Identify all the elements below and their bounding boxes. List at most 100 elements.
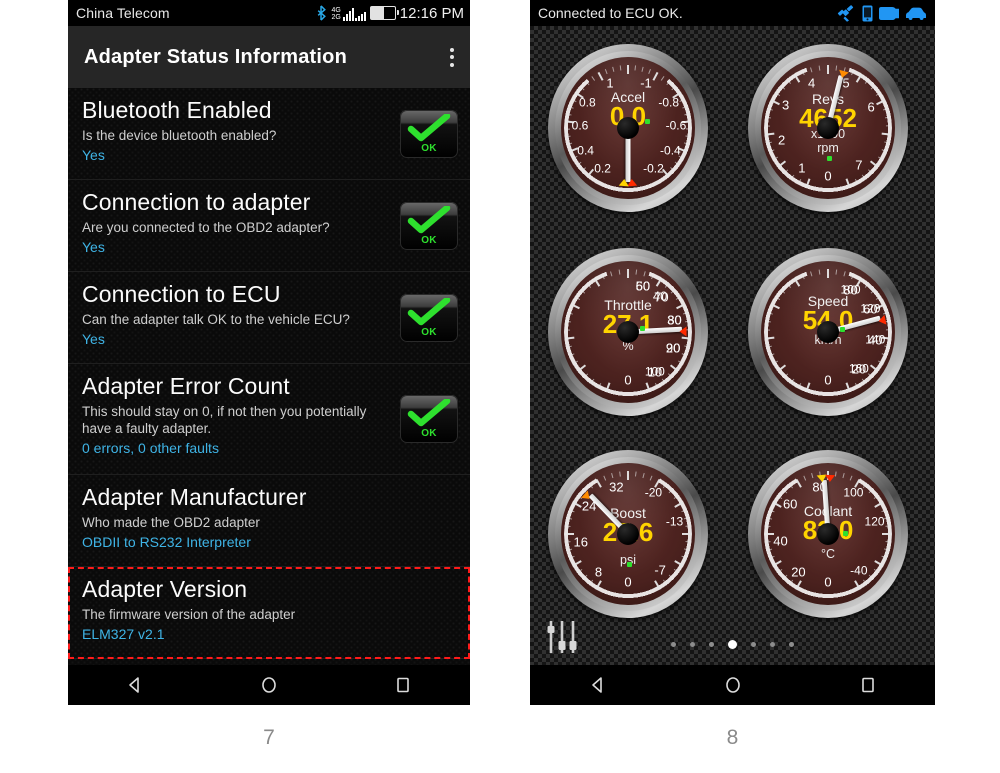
gauge-speed[interactable]: 020406080100120140160Speed54.0km/h — [748, 248, 908, 416]
recents-icon[interactable] — [380, 665, 426, 705]
dashboard-bottom-bar — [530, 611, 935, 665]
list-item-subtitle: Who made the OBD2 adapter — [82, 515, 260, 530]
home-icon[interactable] — [246, 665, 292, 705]
list-item-subtitle: The firmware version of the adapter — [82, 607, 296, 622]
sliders-icon[interactable] — [544, 617, 590, 657]
gauge-face: 08162432-20-13-7Boost25.6psi — [561, 463, 695, 605]
gauge-face: 1 0.8 0.6 0.4 0.2 -1 -0.8 -0.6 -0.4 -0.2 Accel 0.0 — [561, 57, 695, 199]
list-item[interactable]: Bluetooth Enabled Is the device bluetooth… — [68, 88, 470, 180]
status-bar-icons-left: 4G 2G 12:16 PM — [316, 5, 470, 22]
bluetooth-icon — [318, 5, 327, 21]
gauge-tick-label: -7 — [654, 562, 666, 578]
gauge-tick-label: 32 — [609, 479, 624, 495]
gauge-tick-label: 0.8 — [578, 95, 596, 110]
gauge-tick-label: 6 — [867, 99, 875, 115]
status-badge-label: OK — [421, 428, 437, 439]
gauge-grid[interactable]: 1 0.8 0.6 0.4 0.2 -1 -0.8 -0.6 -0.4 -0.2 Accel 0.0 0… — [530, 26, 935, 618]
dashboard-background: 1 0.8 0.6 0.4 0.2 -1 -0.8 -0.6 -0.4 -0.2 Accel 0.0 0… — [530, 26, 935, 665]
page-dot[interactable] — [690, 642, 695, 647]
list-item[interactable]: Connection to ECU Can the adapter talk OK… — [68, 272, 470, 364]
page-dot[interactable] — [789, 642, 794, 647]
gauge-tick-label: 0 — [824, 372, 832, 388]
page-dot[interactable] — [728, 640, 737, 649]
gauge-reference-dot — [840, 326, 846, 332]
overflow-menu-icon[interactable] — [450, 47, 454, 67]
gauge-hub — [817, 321, 839, 343]
gauge-tick-label: 4 — [807, 75, 816, 91]
gauge-hub — [617, 523, 639, 545]
gauge-unit: °C — [820, 547, 836, 561]
list-item[interactable]: Connection to adapter Are you connected t… — [68, 180, 470, 272]
page-dot[interactable] — [770, 642, 775, 647]
screenshot-stage: China Telecom 4G 2G 12:16 PM Adapter Sta… — [0, 0, 1000, 773]
gauge-tick-label: 20 — [791, 564, 806, 580]
gauge-hub — [817, 117, 839, 139]
gauge-tick-label: 0 — [824, 168, 832, 184]
signal-bars-secondary — [354, 8, 366, 21]
gauge-tick-label: 90 — [665, 340, 681, 356]
list-item-subtitle: Are you connected to the OBD2 adapter? — [82, 220, 330, 235]
gauge-face: 0102030405060708090100Throttle27.1% — [561, 261, 695, 403]
figure-caption-right: 8 — [726, 726, 739, 749]
clock-label: 12:16 PM — [399, 4, 464, 22]
home-icon[interactable] — [710, 665, 756, 705]
gauge-tick-label: 0.4 — [577, 143, 594, 158]
signal-bars-primary — [342, 8, 354, 21]
gauge-hub — [817, 523, 839, 545]
network-type-secondary: 2G — [331, 14, 341, 21]
gauge-hub — [617, 117, 639, 139]
back-icon[interactable] — [112, 665, 158, 705]
list-item-subtitle: Is the device bluetooth enabled? — [82, 128, 277, 143]
gauge-tick-label: 1 — [798, 160, 806, 176]
app-bar: Adapter Status Information — [68, 26, 470, 88]
gauge-tick-label: 120 — [864, 514, 885, 529]
gauge-tick-label: 0 — [624, 574, 632, 590]
gauge-tick-label: 0.6 — [571, 118, 589, 133]
gauge-tick-label: 140 — [865, 332, 886, 347]
gauge-tick-label: -0.8 — [658, 95, 680, 110]
gauge-throttle[interactable]: 0102030405060708090100Throttle27.1% — [548, 248, 708, 416]
page-dot[interactable] — [751, 642, 756, 647]
status-badge-label: OK — [421, 326, 437, 338]
network-type-primary: 4G — [331, 7, 341, 14]
status-badge: OK — [400, 109, 458, 158]
gauge-revs[interactable]: 01234567Revs4652x1000 rpm — [748, 44, 908, 212]
adapter-status-list[interactable]: Bluetooth Enabled Is the device bluetooth… — [68, 88, 470, 665]
gauge-reference-dot — [826, 155, 832, 161]
gauge-hub — [617, 321, 639, 343]
gauge-tick-label: 7 — [855, 157, 863, 173]
gauge-tick-label: -0.6 — [665, 118, 687, 133]
gauge-accel[interactable]: 1 0.8 0.6 0.4 0.2 -1 -0.8 -0.6 -0.4 -0.2 Accel 0.0 — [548, 44, 708, 212]
list-item[interactable]: Adapter Version The firmware version of t… — [68, 567, 470, 659]
gps-satellite-icon — [837, 4, 854, 22]
phone-screenshot-right: Connected to ECU OK. 1 0.8 0.6 0.4 0.2 -… — [530, 0, 935, 705]
gauge-limit-marker — [618, 178, 630, 187]
gauge-coolant[interactable]: 020406080100120-40Coolant82.0°C — [748, 450, 908, 618]
status-bar-icons-right — [837, 4, 935, 22]
gauge-tick-label: 0.2 — [594, 161, 611, 176]
figure-caption-left: 7 — [263, 726, 275, 749]
back-icon[interactable] — [575, 665, 621, 705]
gauge-face: 020406080100120140160Speed54.0km/h — [761, 261, 895, 403]
list-item[interactable]: Adapter Manufacturer Who made the OBD2 ad… — [68, 475, 470, 567]
recents-icon[interactable] — [845, 665, 891, 705]
gauge-tick-label: 2 — [778, 132, 786, 148]
page-indicator-dots[interactable] — [530, 640, 935, 649]
gauge-tick-label: 70 — [654, 289, 669, 305]
gauge-limit-marker — [824, 474, 836, 483]
gauge-boost[interactable]: 08162432-20-13-7Boost25.6psi — [548, 450, 708, 618]
list-item-value: ELM327 v2.1 — [82, 626, 165, 642]
page-dot[interactable] — [671, 642, 676, 647]
nav-bar-right — [530, 665, 935, 705]
status-badge-label: OK — [421, 234, 437, 246]
battery-icon — [369, 6, 399, 20]
carrier-label: China Telecom — [76, 5, 170, 21]
page-dot[interactable] — [709, 642, 714, 647]
gauge-tick-label: -40 — [850, 563, 868, 578]
car-icon — [905, 7, 927, 20]
list-item[interactable]: Adapter Error Count This should stay on 0… — [68, 364, 470, 475]
list-item-value: 0 errors, 0 other faults — [82, 440, 219, 456]
gauge-tick-label: 160 — [848, 361, 869, 376]
gauge-limit-marker — [679, 326, 687, 337]
list-item-title: Adapter Manufacturer — [82, 484, 307, 510]
